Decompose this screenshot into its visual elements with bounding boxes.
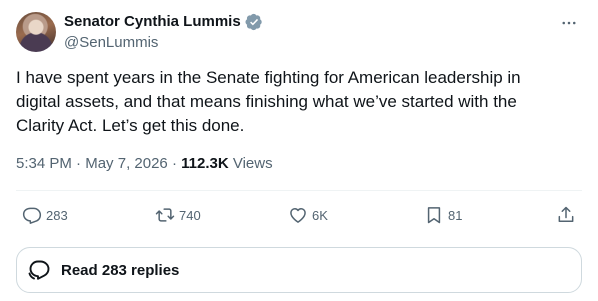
tweet-card: Senator Cynthia Lummis @SenLummis I have…: [0, 0, 598, 301]
reply-button[interactable]: 283: [22, 203, 68, 227]
meta-separator: ·: [76, 155, 82, 172]
repost-icon: [155, 208, 175, 222]
speech-bubbles-icon: [28, 260, 50, 280]
heart-icon: [290, 208, 306, 223]
repost-count: 740: [179, 207, 201, 223]
meta-separator: ·: [171, 155, 177, 172]
avatar[interactable]: [16, 12, 56, 52]
reply-icon: [22, 207, 42, 224]
read-replies-button[interactable]: Read 283 replies: [16, 247, 582, 293]
author-name-row: Senator Cynthia Lummis: [64, 12, 263, 32]
verified-badge-icon: [245, 13, 262, 31]
more-options-button[interactable]: [558, 12, 580, 34]
divider: [16, 190, 582, 191]
share-button[interactable]: [556, 203, 576, 227]
reply-count: 283: [46, 207, 68, 223]
tweet-time[interactable]: 5:34 PM: [16, 155, 72, 172]
views-count: 112.3K: [181, 155, 229, 172]
author-display-name[interactable]: Senator Cynthia Lummis: [64, 12, 241, 32]
bookmark-icon: [427, 207, 441, 224]
repost-button[interactable]: 740: [155, 203, 201, 227]
more-dots-icon: [562, 21, 576, 25]
read-replies-label: Read 283 replies: [61, 261, 180, 279]
action-bar: 283 740 6K 81: [0, 203, 598, 227]
bookmark-button[interactable]: 81: [424, 203, 462, 227]
author-handle[interactable]: @SenLummis: [64, 33, 158, 53]
tweet-date[interactable]: May 7, 2026: [85, 155, 168, 172]
views-label: Views: [232, 155, 273, 172]
tweet-text: I have spent years in the Senate fightin…: [16, 68, 521, 135]
bookmark-count: 81: [448, 207, 463, 223]
tweet-meta: 5:34 PM · May 7, 2026 · 112.3K Views: [16, 154, 273, 174]
share-icon: [558, 206, 574, 222]
like-button[interactable]: 6K: [288, 203, 328, 227]
like-count: 6K: [312, 207, 328, 223]
